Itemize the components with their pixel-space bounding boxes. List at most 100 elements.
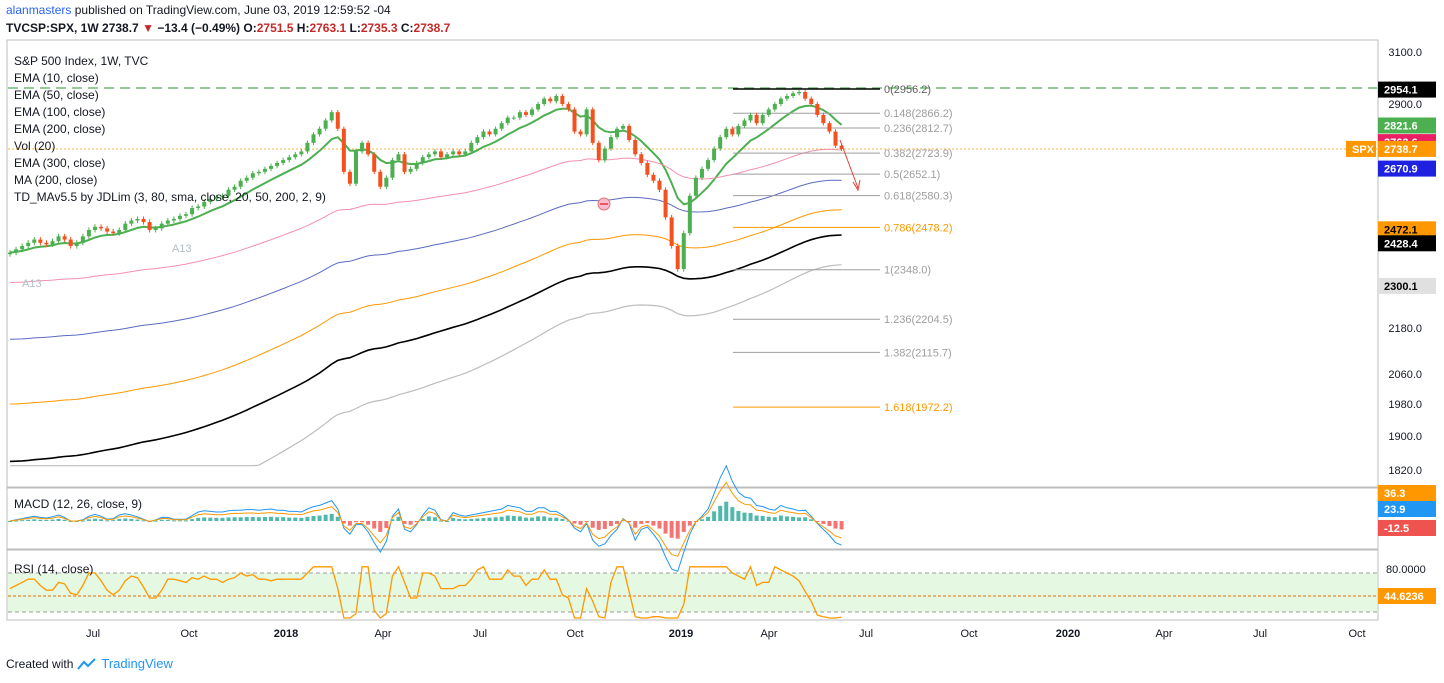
macd-histogram-bar xyxy=(839,521,844,530)
candle-body xyxy=(687,195,692,234)
macd-histogram-bar xyxy=(724,501,729,521)
candle-body xyxy=(196,206,201,209)
macd-histogram-bar xyxy=(578,521,583,525)
candle-body xyxy=(523,112,528,115)
macd-histogram-bar xyxy=(475,518,480,521)
macd-histogram-bar xyxy=(784,516,789,521)
price-tick-label: 2180.0 xyxy=(1388,323,1422,335)
candle-body xyxy=(815,104,820,115)
candle-body xyxy=(141,218,146,223)
macd-histogram-bar xyxy=(457,518,462,521)
fib-level-label: 0.236(2812.7) xyxy=(884,123,953,135)
candle-body xyxy=(706,160,711,169)
candle-body xyxy=(784,95,789,99)
legend-item[interactable]: EMA (200, close) xyxy=(14,121,326,138)
macd-histogram-bar xyxy=(420,518,425,521)
macd-histogram-bar xyxy=(736,510,741,521)
macd-title[interactable]: MACD (12, 26, close, 9) xyxy=(14,497,142,511)
candle-body xyxy=(778,98,783,104)
candle-body xyxy=(530,109,535,115)
price-labels: 2954.12821.62762.62738.7SPX2670.92472.12… xyxy=(1346,81,1436,294)
candle-body xyxy=(578,131,583,135)
price-label-text: 2472.1 xyxy=(1384,224,1418,236)
fib-retracement[interactable]: 0(2956.2) 0.148(2866.2) 0.236(2812.7) 0.382… xyxy=(733,84,953,414)
annotation-label: A13 xyxy=(22,278,42,290)
candle-body xyxy=(402,154,407,172)
macd-histogram-bar xyxy=(129,518,134,521)
macd-label-text: 36.3 xyxy=(1384,488,1405,500)
candle-body xyxy=(572,109,577,132)
macd-histogram-bar xyxy=(596,521,601,530)
macd-histogram-bar xyxy=(542,516,547,521)
legend-item[interactable]: TD_MAv5.5 by JDLim (3, 80, sma, close, 2… xyxy=(14,189,326,206)
legend-item[interactable]: EMA (10, close) xyxy=(14,70,326,87)
candle-body xyxy=(117,229,122,234)
candle-body xyxy=(86,229,91,237)
candle-body xyxy=(487,131,492,135)
macd-histogram-bar xyxy=(663,521,668,534)
candle-body xyxy=(123,223,128,230)
candle-body xyxy=(92,226,97,230)
candle-body xyxy=(718,137,723,149)
macd-histogram-bar xyxy=(171,520,176,522)
legend-item[interactable]: MA (200, close) xyxy=(14,172,326,189)
legend-item[interactable]: EMA (50, close) xyxy=(14,87,326,104)
macd-histogram-bar xyxy=(190,519,195,521)
legend-item[interactable]: Vol (20) xyxy=(14,138,326,155)
macd-histogram-bar xyxy=(347,521,352,526)
tradingview-brand[interactable]: TradingView xyxy=(101,656,173,671)
candle-body xyxy=(129,220,134,224)
macd-histogram-bar xyxy=(530,517,535,521)
macd-histogram-bar xyxy=(196,517,201,521)
macd-histogram-bar xyxy=(821,521,826,524)
ma200-line xyxy=(10,264,842,467)
rsi-title[interactable]: RSI (14, close) xyxy=(14,562,93,576)
candle-body xyxy=(602,148,607,161)
macd-histogram-bar xyxy=(778,515,783,521)
macd-histogram-bar xyxy=(481,518,486,521)
candle-body xyxy=(177,215,182,219)
macd-histogram-bar xyxy=(791,516,796,521)
price-tick-label: 3100.0 xyxy=(1388,47,1422,59)
legend-item[interactable]: S&P 500 Index, 1W, TVC xyxy=(14,53,326,70)
candle-body xyxy=(44,242,49,245)
candle-body xyxy=(645,163,650,175)
macd-histogram-bar xyxy=(117,518,122,521)
macd-histogram-bar xyxy=(699,519,704,521)
candle-body xyxy=(384,177,389,187)
fib-level-label: 1.382(2115.7) xyxy=(884,347,952,359)
candle-body xyxy=(426,154,431,158)
macd-histogram-bar xyxy=(208,517,213,521)
candle-body xyxy=(809,98,814,104)
macd-histogram-bar xyxy=(451,518,456,521)
candle-body xyxy=(457,151,462,155)
legend-item[interactable]: EMA (300, close) xyxy=(14,155,326,172)
price-tick-label: 1980.0 xyxy=(1388,399,1422,411)
macd-histogram-bar xyxy=(651,521,656,526)
time-tick-label: Jul xyxy=(473,628,487,640)
macd-histogram-bar xyxy=(505,515,510,521)
legend-item[interactable]: EMA (100, close) xyxy=(14,104,326,121)
macd-histogram-bar xyxy=(335,516,340,521)
price-tick-label: 2060.0 xyxy=(1388,369,1422,381)
price-label-text: 2428.4 xyxy=(1384,238,1419,250)
candle-body xyxy=(147,222,152,230)
macd-histogram-bar xyxy=(426,516,431,521)
candle-body xyxy=(68,239,73,247)
macd-histogram-bar xyxy=(56,518,61,521)
candle-body xyxy=(584,109,589,135)
candle-body xyxy=(184,214,189,216)
candle-body xyxy=(26,242,31,247)
macd-histogram-bar xyxy=(493,517,498,521)
candle-body xyxy=(827,123,832,132)
candle-body xyxy=(639,154,644,164)
candle-body xyxy=(414,163,419,169)
candle-body xyxy=(663,189,668,218)
candle-body xyxy=(56,236,61,242)
macd-histogram-bar xyxy=(378,521,383,532)
candle-body xyxy=(80,236,85,243)
macd-histogram-bar xyxy=(353,521,358,523)
projection-arrow xyxy=(839,139,859,189)
macd-histogram-bar xyxy=(26,519,31,521)
macd-pane-frame xyxy=(6,487,1379,550)
